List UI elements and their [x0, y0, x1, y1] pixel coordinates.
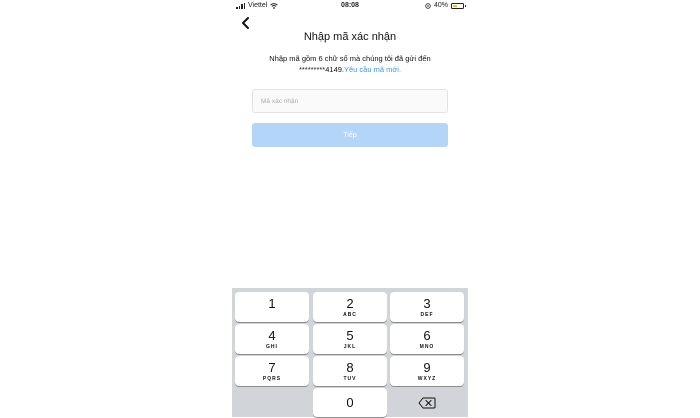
- key-digit: 8: [346, 360, 354, 375]
- key-2[interactable]: 2 ABC: [313, 292, 387, 322]
- key-letters: PQRS: [262, 376, 282, 382]
- battery-info: 40%: [425, 2, 466, 9]
- resend-code-link[interactable]: Yêu cầu mã mới.: [344, 65, 401, 74]
- key-4[interactable]: 4 GHI: [235, 324, 309, 354]
- key-digit: 1: [268, 296, 276, 311]
- key-digit: 2: [346, 296, 354, 311]
- location-icon: [425, 2, 431, 9]
- key-letters: JKL: [343, 344, 357, 350]
- key-digit: 6: [423, 328, 431, 343]
- chevron-left-icon: [242, 17, 249, 29]
- key-letters: WXYZ: [417, 376, 437, 382]
- key-digit: 3: [423, 296, 431, 311]
- delete-key[interactable]: [390, 388, 464, 418]
- battery-percent: 40%: [433, 2, 448, 9]
- key-7[interactable]: 7 PQRS: [235, 356, 309, 386]
- key-6[interactable]: 6 MNO: [390, 324, 464, 354]
- key-3[interactable]: 3 DEF: [390, 292, 464, 322]
- key-digit: 4: [268, 328, 276, 343]
- key-9[interactable]: 9 WXYZ: [390, 356, 464, 386]
- numeric-keypad: 1 2 ABC 3 DEF 4 GHI 5 JKL 6 MNO 7 PQRS 8: [232, 288, 468, 417]
- key-0[interactable]: 0: [313, 388, 387, 417]
- key-letters: ABC: [343, 312, 357, 318]
- instruction-text: Nhập mã gồm 6 chữ số mà chúng tôi đã gửi…: [244, 53, 456, 75]
- key-digit: 0: [346, 395, 354, 410]
- phone-screen: Viettel 08:08 40% Nhập mã xác nhận Nhập …: [232, 0, 468, 417]
- back-button[interactable]: [238, 14, 254, 32]
- key-digit: 7: [268, 360, 276, 375]
- key-letters: DEF: [420, 312, 434, 318]
- key-digit: 9: [423, 360, 431, 375]
- backspace-icon: [418, 397, 436, 409]
- key-digit: 5: [346, 328, 354, 343]
- battery-icon: [451, 2, 466, 9]
- instruction-line: Nhập mã gồm 6 chữ số mà chúng tôi đã gửi…: [269, 54, 431, 63]
- key-letters: TUV: [343, 376, 357, 382]
- page-title: Nhập mã xác nhận: [303, 31, 397, 43]
- key-5[interactable]: 5 JKL: [313, 324, 387, 354]
- masked-phone: *********4149.: [298, 65, 344, 74]
- key-letters: GHI: [266, 344, 278, 350]
- key-8[interactable]: 8 TUV: [313, 356, 387, 386]
- code-input-wrapper: [252, 89, 448, 113]
- next-button[interactable]: Tiếp: [252, 123, 448, 147]
- verification-code-input[interactable]: [253, 90, 447, 113]
- key-1[interactable]: 1: [235, 292, 309, 322]
- key-letters: MNO: [419, 344, 435, 350]
- status-bar: Viettel 08:08 40%: [232, 0, 468, 12]
